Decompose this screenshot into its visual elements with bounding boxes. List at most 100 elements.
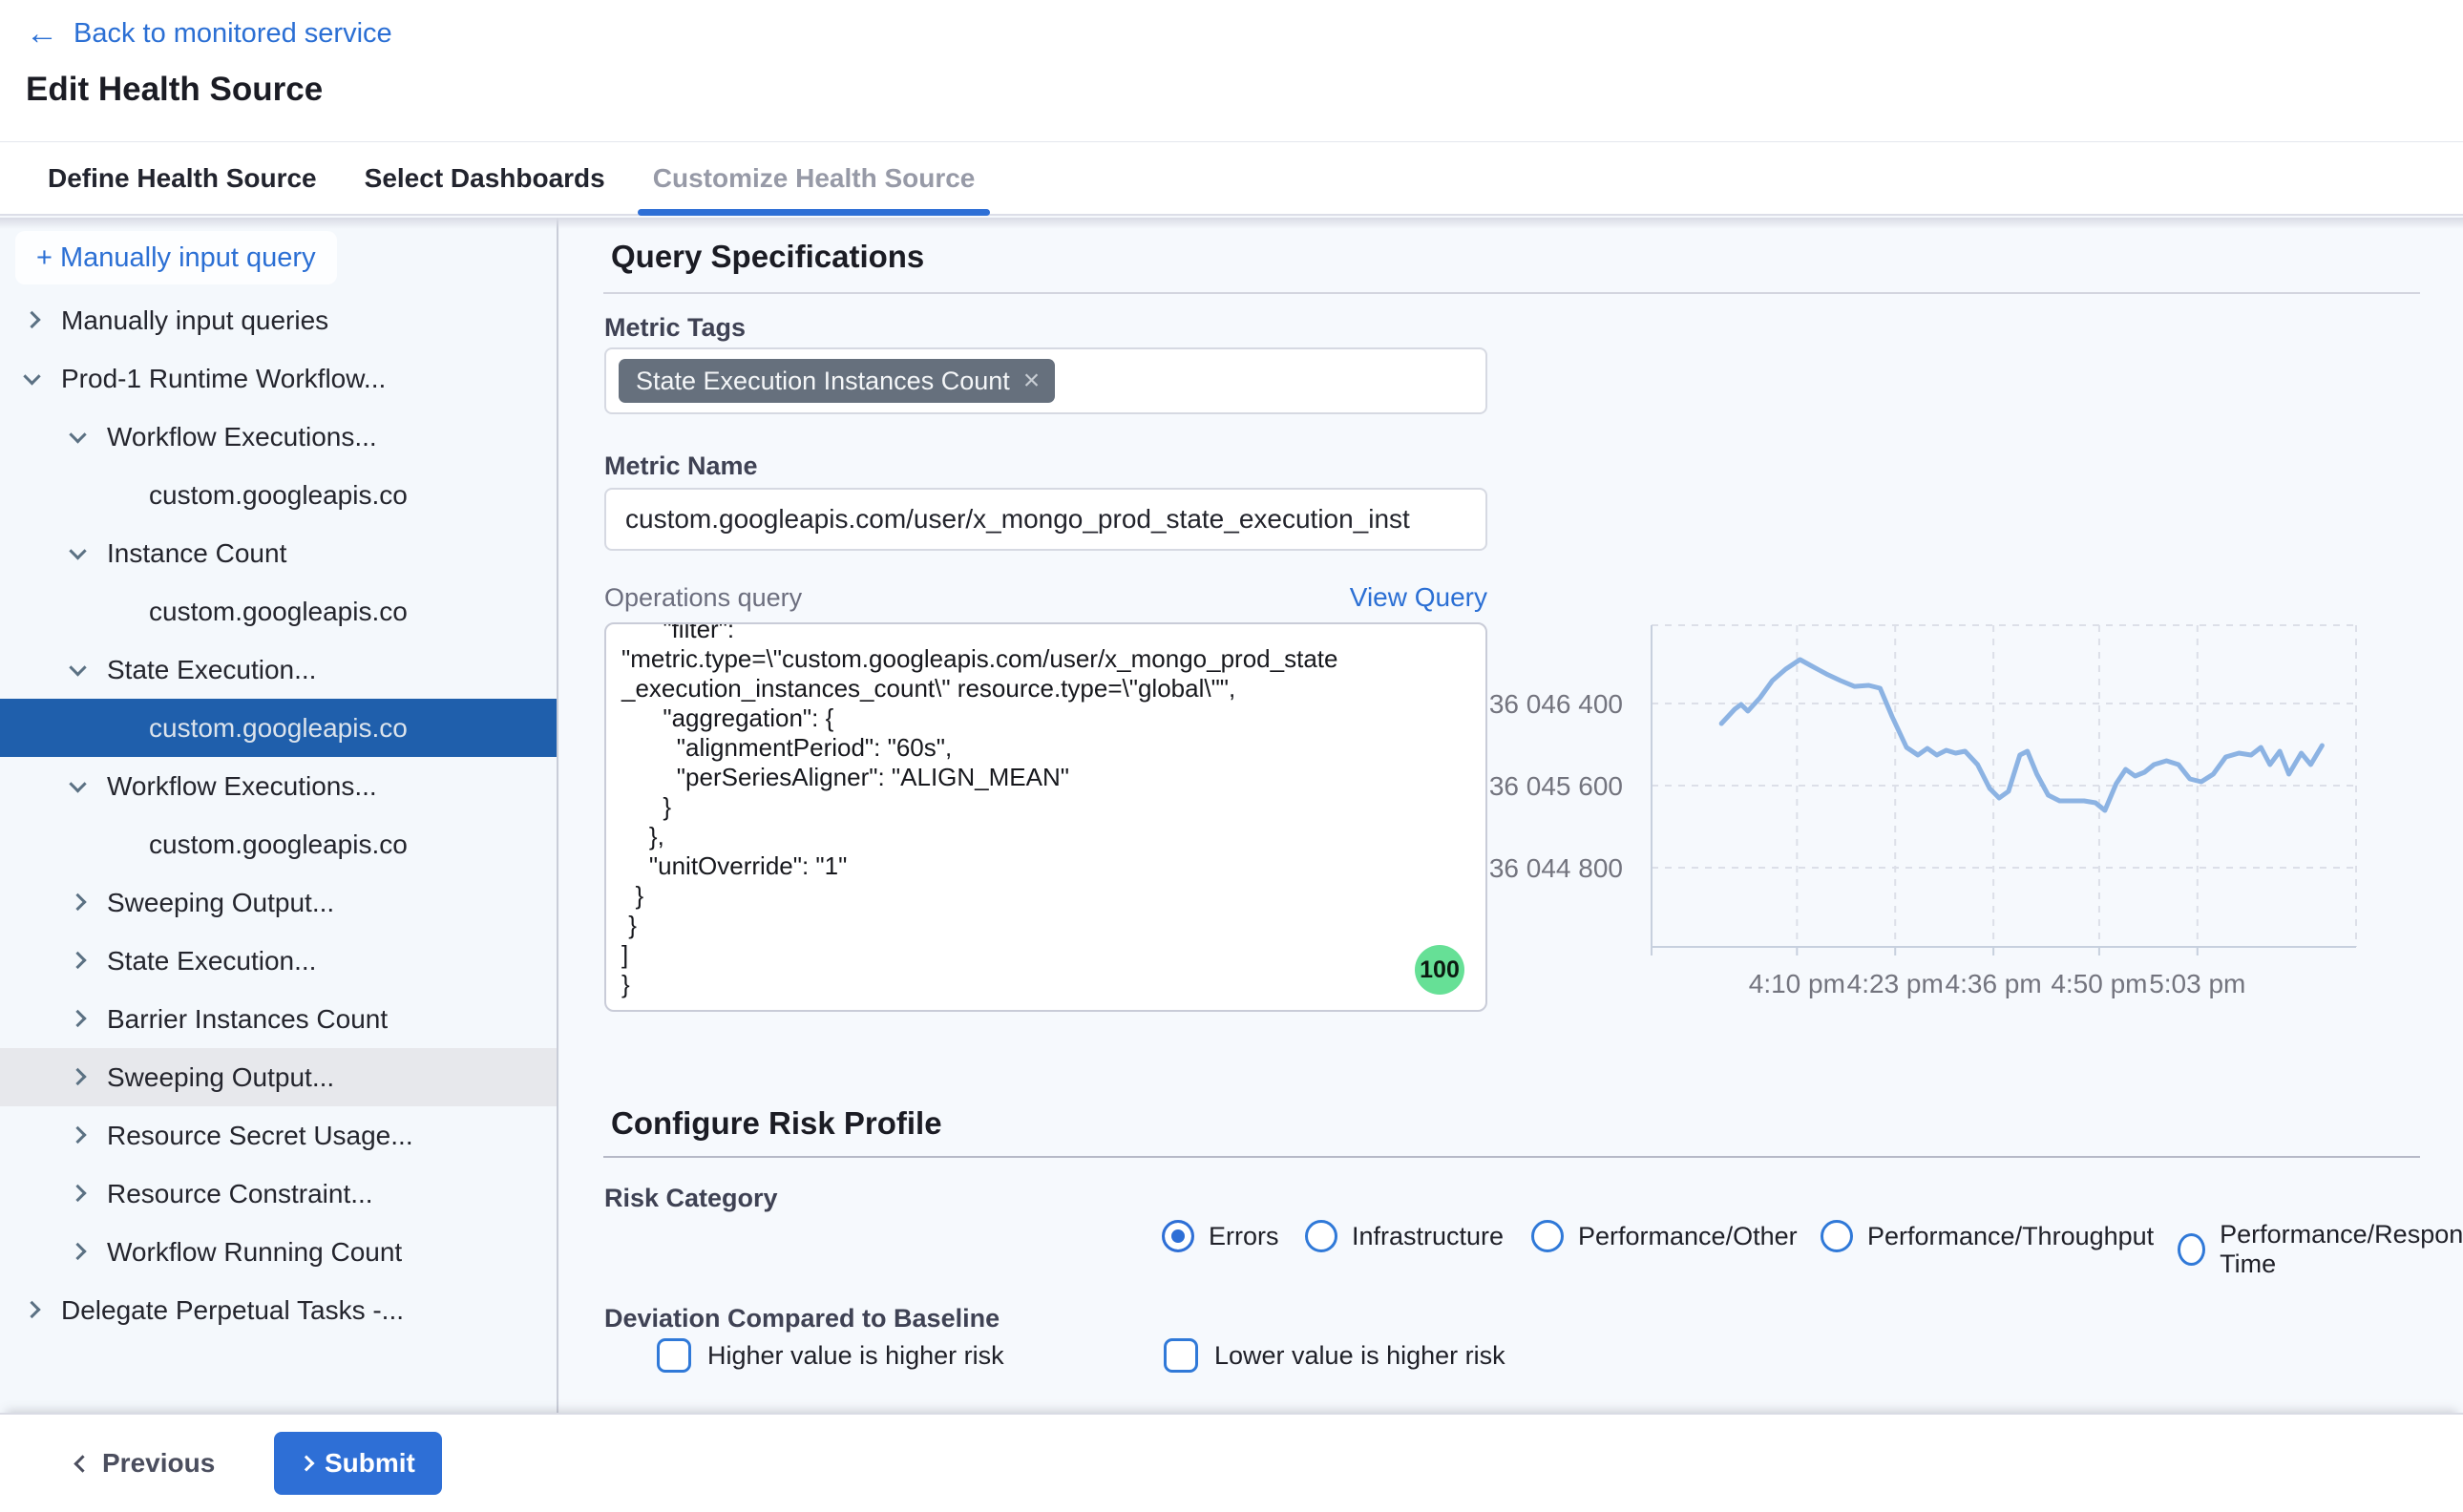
remove-tag-icon[interactable]: × bbox=[1023, 367, 1041, 395]
deviation-checkbox-group: Higher value is higher risk Lower value i… bbox=[560, 1338, 2374, 1380]
tree-item-custom-googleapis-co[interactable]: custom.googleapis.co bbox=[0, 466, 557, 524]
back-to-monitored-service-link[interactable]: ← Back to monitored service bbox=[26, 17, 392, 50]
query-sidebar: + Manually input query Manually input qu… bbox=[0, 218, 558, 1413]
query-tree: Manually input queries Prod-1 Runtime Wor… bbox=[0, 291, 557, 1339]
tree-item-label: Workflow Running Count bbox=[0, 1237, 402, 1268]
chevron-right-icon bbox=[299, 1456, 315, 1472]
tree-item-state-execution[interactable]: State Execution... bbox=[0, 932, 557, 990]
risk-category-radio-performance-other[interactable]: Performance/Other bbox=[1531, 1220, 1798, 1252]
tree-item-barrier-instances-count[interactable]: Barrier Instances Count bbox=[0, 990, 557, 1048]
back-arrow-icon: ← bbox=[26, 17, 58, 50]
configure-risk-profile-heading: Configure Risk Profile bbox=[611, 1105, 942, 1142]
tree-item-label: Sweeping Output... bbox=[0, 888, 334, 918]
tree-item-sweeping-output[interactable]: Sweeping Output... bbox=[0, 873, 557, 932]
view-query-link[interactable]: View Query bbox=[1350, 582, 1487, 613]
radio-unselected-icon bbox=[1531, 1220, 1564, 1252]
metric-preview-chart: 36 046 40036 045 60036 044 8004:10 pm4:2… bbox=[1489, 611, 2434, 1021]
x-axis-tick-label: 4:23 pm bbox=[1847, 969, 1944, 998]
active-tab-underline bbox=[638, 209, 991, 216]
metric-tag-chip: State Execution Instances Count × bbox=[619, 359, 1055, 403]
x-axis-tick-label: 4:10 pm bbox=[1749, 969, 1845, 998]
tree-item-workflow-executions[interactable]: Workflow Executions... bbox=[0, 408, 557, 466]
risk-category-label: Risk Category bbox=[604, 1184, 778, 1213]
tree-item-label: Workflow Executions... bbox=[0, 771, 377, 802]
metric-timeseries-line bbox=[1721, 660, 2322, 810]
tree-item-state-execution[interactable]: State Execution... bbox=[0, 640, 557, 699]
add-manual-query-button[interactable]: + Manually input query bbox=[15, 231, 337, 284]
radio-label: Performance/Response Time bbox=[2220, 1220, 2463, 1279]
radio-selected-icon bbox=[1162, 1220, 1194, 1252]
deviation-checkbox-lower-value-is-higher-risk[interactable]: Lower value is higher risk bbox=[1164, 1338, 1505, 1373]
tree-item-label: custom.googleapis.co bbox=[0, 713, 408, 744]
tree-item-custom-googleapis-co[interactable]: custom.googleapis.co bbox=[0, 582, 557, 640]
radio-unselected-icon bbox=[1305, 1220, 1337, 1252]
deviation-baseline-label: Deviation Compared to Baseline bbox=[604, 1304, 1000, 1334]
wizard-tabbar: Define Health Source Select Dashboards Cus… bbox=[0, 141, 2463, 216]
tree-item-resource-secret-usage[interactable]: Resource Secret Usage... bbox=[0, 1106, 557, 1165]
x-axis-tick-label: 5:03 pm bbox=[2149, 969, 2245, 998]
submit-button-label: Submit bbox=[325, 1448, 415, 1479]
risk-category-radio-group: Errors Infrastructure Performance/Other Per… bbox=[560, 1220, 2374, 1260]
section-divider bbox=[603, 1156, 2420, 1158]
submit-button[interactable]: Submit bbox=[274, 1432, 442, 1495]
radio-label: Performance/Throughput bbox=[1867, 1222, 2154, 1251]
tree-item-delegate-perpetual-tasks[interactable]: Delegate Perpetual Tasks -... bbox=[0, 1281, 557, 1339]
previous-button-label: Previous bbox=[102, 1448, 215, 1479]
risk-category-radio-errors[interactable]: Errors bbox=[1162, 1220, 1279, 1252]
risk-category-radio-performance-response-time[interactable]: Performance/Response Time bbox=[2178, 1220, 2463, 1279]
metric-tags-label: Metric Tags bbox=[604, 313, 746, 343]
metric-name-input[interactable] bbox=[604, 488, 1487, 551]
tree-item-label: Delegate Perpetual Tasks -... bbox=[0, 1295, 404, 1326]
tree-item-label: Barrier Instances Count bbox=[0, 1004, 388, 1035]
page-header: ← Back to monitored service Edit Health … bbox=[0, 0, 2463, 141]
tree-item-workflow-executions[interactable]: Workflow Executions... bbox=[0, 757, 557, 815]
tree-item-label: Prod-1 Runtime Workflow... bbox=[0, 364, 386, 394]
checkbox-unchecked-icon bbox=[1164, 1338, 1198, 1373]
tree-item-label: Resource Constraint... bbox=[0, 1179, 373, 1209]
tree-item-label: Manually input queries bbox=[0, 305, 328, 336]
chevron-left-icon bbox=[74, 1455, 91, 1472]
tree-item-workflow-running-count[interactable]: Workflow Running Count bbox=[0, 1223, 557, 1281]
x-axis-tick-label: 4:50 pm bbox=[2051, 969, 2147, 998]
tab-label: Select Dashboards bbox=[365, 163, 605, 194]
metric-name-label: Metric Name bbox=[604, 452, 758, 481]
tab-label: Define Health Source bbox=[48, 163, 317, 194]
records-count-badge: 100 bbox=[1415, 945, 1464, 995]
tree-item-label: Sweeping Output... bbox=[0, 1062, 334, 1093]
tree-item-manually-input-queries[interactable]: Manually input queries bbox=[0, 291, 557, 349]
checkbox-label: Higher value is higher risk bbox=[707, 1341, 1004, 1371]
risk-category-radio-performance-throughput[interactable]: Performance/Throughput bbox=[1821, 1220, 2154, 1252]
tree-item-label: State Execution... bbox=[0, 946, 316, 976]
tree-item-label: Instance Count bbox=[0, 538, 286, 569]
checkbox-unchecked-icon bbox=[657, 1338, 691, 1373]
operations-query-textarea[interactable]: "filter": "metric.type=\"custom.googleap… bbox=[604, 622, 1487, 1012]
page-title: Edit Health Source bbox=[26, 71, 323, 109]
tab-select-dashboards[interactable]: Select Dashboards bbox=[363, 142, 607, 214]
risk-category-radio-infrastructure[interactable]: Infrastructure bbox=[1305, 1220, 1504, 1252]
deviation-checkbox-higher-value-is-higher-risk[interactable]: Higher value is higher risk bbox=[657, 1338, 1004, 1373]
operations-query-row: Operations query View Query bbox=[604, 582, 1487, 613]
radio-label: Infrastructure bbox=[1352, 1222, 1504, 1251]
checkbox-label: Lower value is higher risk bbox=[1214, 1341, 1505, 1371]
tree-item-instance-count[interactable]: Instance Count bbox=[0, 524, 557, 582]
metric-chart-svg: 36 046 40036 045 60036 044 8004:10 pm4:2… bbox=[1489, 611, 2434, 1021]
previous-button[interactable]: Previous bbox=[76, 1448, 215, 1479]
radio-unselected-icon bbox=[2178, 1233, 2205, 1266]
metric-tag-chip-label: State Execution Instances Count bbox=[636, 367, 1010, 396]
tab-define-health-source[interactable]: Define Health Source bbox=[46, 142, 319, 214]
tree-item-resource-constraint[interactable]: Resource Constraint... bbox=[0, 1165, 557, 1223]
tab-customize-health-source[interactable]: Customize Health Source bbox=[651, 142, 978, 214]
metric-tags-input[interactable]: State Execution Instances Count × bbox=[604, 347, 1487, 414]
operations-query-text: "filter": "metric.type=\"custom.googleap… bbox=[606, 622, 1485, 999]
section-divider bbox=[603, 292, 2420, 294]
y-axis-tick-label: 36 044 800 bbox=[1489, 853, 1623, 883]
y-axis-tick-label: 36 045 600 bbox=[1489, 771, 1623, 801]
tree-item-custom-googleapis-co[interactable]: custom.googleapis.co bbox=[0, 699, 557, 757]
radio-label: Errors bbox=[1209, 1222, 1279, 1251]
tree-item-label: State Execution... bbox=[0, 655, 316, 685]
query-specifications-heading: Query Specifications bbox=[611, 239, 924, 275]
tree-item-sweeping-output[interactable]: Sweeping Output... bbox=[0, 1048, 557, 1106]
tree-item-prod-1-runtime-workflow[interactable]: Prod-1 Runtime Workflow... bbox=[0, 349, 557, 408]
back-link-label: Back to monitored service bbox=[74, 18, 392, 50]
tree-item-custom-googleapis-co[interactable]: custom.googleapis.co bbox=[0, 815, 557, 873]
